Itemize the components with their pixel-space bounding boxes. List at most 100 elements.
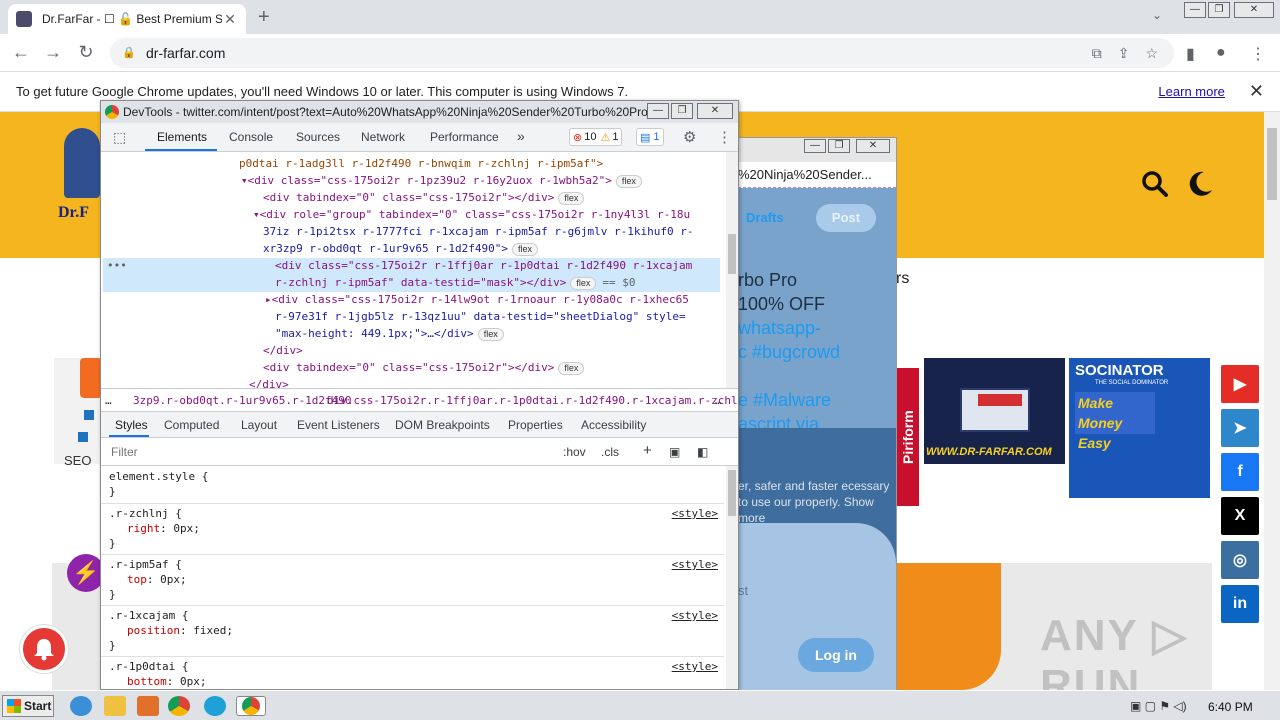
site-logo[interactable]: Dr.F xyxy=(58,128,106,238)
side-panel-icon[interactable]: ▮ xyxy=(1186,44,1195,64)
dom-node-menu[interactable]: ••• xyxy=(107,258,127,274)
dom-line-selected[interactable]: r-zchlnj r-ipm5af" data-testid="mask"></… xyxy=(275,275,636,291)
telegram-icon[interactable]: ➤ xyxy=(1221,409,1259,447)
bookmark-star-icon[interactable]: ☆ xyxy=(1145,45,1158,62)
hover-state-toggle[interactable]: :hov xyxy=(563,445,586,459)
start-button[interactable]: Start xyxy=(2,695,54,717)
dom-tree[interactable]: p0dtai r-1adg3ll r-1d2f490 r-bnwqim r-zc… xyxy=(101,152,724,388)
dom-line[interactable]: <div tabindex="0" class="css-175oi2r"></… xyxy=(263,360,585,376)
reload-icon[interactable]: ↻ xyxy=(75,42,97,63)
flex-badge[interactable]: flex xyxy=(512,243,539,256)
tab-dom-breakpoints[interactable]: DOM Breakpoints xyxy=(395,418,490,432)
translate-icon[interactable]: ⧉ xyxy=(1092,45,1102,62)
rule-source-link[interactable]: <style> xyxy=(672,558,718,571)
facebook-icon[interactable]: f xyxy=(1221,453,1259,491)
youtube-icon[interactable]: ▶ xyxy=(1221,365,1259,403)
edge-icon[interactable] xyxy=(204,696,226,716)
inspect-element-icon[interactable]: ⬚ xyxy=(113,129,126,146)
drafts-link[interactable]: Drafts xyxy=(746,210,784,225)
dom-line[interactable]: "max-height: 449.1px;">…</div> flex xyxy=(275,326,504,342)
post-button[interactable]: Post xyxy=(816,204,876,232)
popup-close-button[interactable]: ✕ xyxy=(856,139,890,153)
dom-line[interactable]: xr3zp9 r-obd0qt r-1ur9v65 r-1d2f490"> fle… xyxy=(263,241,539,257)
share-icon[interactable]: ⇪ xyxy=(1118,45,1130,62)
x-icon[interactable]: X xyxy=(1221,497,1259,535)
ie-icon[interactable] xyxy=(70,696,92,716)
lock-icon[interactable]: 🔒 xyxy=(122,46,136,60)
dom-line[interactable]: 37iz r-1pi2tsx r-1777fci r-1xcajam r-ipm… xyxy=(263,224,693,240)
rule-selector[interactable]: .r-1xcajam { xyxy=(109,609,188,623)
dom-line[interactable]: p0dtai r-1adg3ll r-1d2f490 r-bnwqim r-zc… xyxy=(239,156,603,172)
breadcrumb-item-active[interactable]: div.css-175oi2r.r-1ffj0ar.r-1p0dtai.r-1d… xyxy=(327,394,738,407)
seo-card-fragment[interactable]: SEO xyxy=(54,358,102,468)
more-tabs-icon[interactable]: » xyxy=(517,128,525,144)
new-rule-button[interactable]: + xyxy=(643,442,652,459)
back-icon[interactable]: ← xyxy=(10,42,32,63)
moon-icon[interactable] xyxy=(1186,170,1214,198)
chrome-taskbar-icon[interactable] xyxy=(168,696,190,716)
styles-filter-input[interactable] xyxy=(105,441,553,463)
devtools-window[interactable]: DevTools - twitter.com/intent/post?text=… xyxy=(100,100,739,690)
media-player-icon[interactable] xyxy=(137,696,159,716)
tab-computed[interactable]: Computed xyxy=(164,418,219,432)
minimize-window-button[interactable]: — xyxy=(1184,2,1206,18)
breadcrumb-menu[interactable]: … xyxy=(105,394,112,407)
close-infobar-icon[interactable]: ✕ xyxy=(1249,81,1264,102)
dom-line[interactable]: ▾<div class="css-175oi2r r-1pz39u2 r-16y… xyxy=(241,173,642,189)
flex-badge[interactable]: flex xyxy=(570,277,597,290)
tab-network[interactable]: Network xyxy=(361,130,405,144)
rule-declaration[interactable]: right: 0px; xyxy=(127,522,200,536)
tab-properties[interactable]: Properties xyxy=(508,418,563,432)
nav-menu-fragment[interactable]: rs xyxy=(896,270,909,288)
flex-badge[interactable]: flex xyxy=(615,175,642,188)
rule-selector[interactable]: .r-zchlnj { xyxy=(109,507,182,521)
twitter-popup-window[interactable]: — ❐ ✕ %20Ninja%20Sender... Drafts Post r… xyxy=(737,137,897,691)
socinator-ad-banner[interactable]: SOCINATOR THE SOCIAL DOMINATOR Make Mone… xyxy=(1069,358,1210,498)
dom-line[interactable]: </div> xyxy=(263,343,303,359)
settings-gear-icon[interactable]: ⚙ xyxy=(683,128,696,146)
tab-event-listeners[interactable]: Event Listeners xyxy=(297,418,380,432)
rule-selector[interactable]: .r-ipm5af { xyxy=(109,558,182,572)
flex-badge[interactable]: flex xyxy=(558,192,585,205)
rule-declaration[interactable]: top: 0px; xyxy=(127,573,187,587)
toggle-sidebar-icon[interactable]: ◧ xyxy=(697,445,708,459)
popup-minimize-button[interactable]: — xyxy=(804,139,826,153)
taskbar-clock[interactable]: 6:40 PM xyxy=(1208,700,1253,714)
flex-badge[interactable]: flex xyxy=(558,362,585,375)
flex-badge[interactable]: flex xyxy=(477,328,504,341)
dom-line-selected[interactable]: <div class="css-175oi2r r-1ffj0ar r-1p0d… xyxy=(275,258,692,274)
rule-source-link[interactable]: <style> xyxy=(672,609,718,622)
breadcrumb-more[interactable]: … xyxy=(715,394,722,407)
close-window-button[interactable]: ✕ xyxy=(1234,2,1274,18)
page-scrollbar[interactable] xyxy=(1264,112,1280,690)
dom-scrollbar[interactable] xyxy=(726,152,738,388)
rule-declaration[interactable]: position: fixed; xyxy=(127,624,233,638)
devtools-minimize-button[interactable]: — xyxy=(647,103,669,119)
devtools-restore-button[interactable]: ❐ xyxy=(671,103,693,119)
menu-kebab-icon[interactable]: ⋮ xyxy=(1250,44,1266,64)
devtools-close-button[interactable]: ✕ xyxy=(697,103,733,119)
tab-console[interactable]: Console xyxy=(229,130,273,144)
login-button[interactable]: Log in xyxy=(798,638,874,672)
search-icon[interactable] xyxy=(1141,170,1169,198)
rule-source-link[interactable]: <style> xyxy=(672,660,718,673)
dom-line[interactable]: </div> xyxy=(249,377,289,388)
popup-restore-button[interactable]: ❐ xyxy=(828,139,850,153)
instagram-icon[interactable]: ◎ xyxy=(1221,541,1259,579)
notification-bell-icon[interactable] xyxy=(20,625,68,673)
tab-sources[interactable]: Sources xyxy=(296,130,340,144)
dom-line[interactable]: ▾<div role="group" tabindex="0" class="c… xyxy=(253,207,690,223)
messages-badge[interactable]: ▤ 1 xyxy=(636,128,664,146)
devtools-menu-icon[interactable]: ⋮ xyxy=(717,128,732,146)
computed-styles-icon[interactable]: ▣ xyxy=(669,445,680,459)
breadcrumb-item[interactable]: 3zp9.r-obd0qt.r-1ur9v65.r-1d2f490 xyxy=(133,394,352,407)
dom-line[interactable]: r-97e31f r-1jgb5lz r-13qz1uu" data-testi… xyxy=(275,309,686,325)
rules-scrollbar[interactable] xyxy=(726,466,738,689)
scrollbar-thumb[interactable] xyxy=(728,234,736,274)
rule-declaration[interactable]: bottom: 0px; xyxy=(127,675,207,689)
rule-selector[interactable]: .r-1p0dtai { xyxy=(109,660,188,674)
chevron-down-icon[interactable]: ⌄ xyxy=(1152,8,1162,22)
scrollbar-thumb[interactable] xyxy=(1267,128,1277,200)
scrollbar-thumb[interactable] xyxy=(728,470,736,516)
close-tab-icon[interactable]: ✕ xyxy=(222,11,238,28)
